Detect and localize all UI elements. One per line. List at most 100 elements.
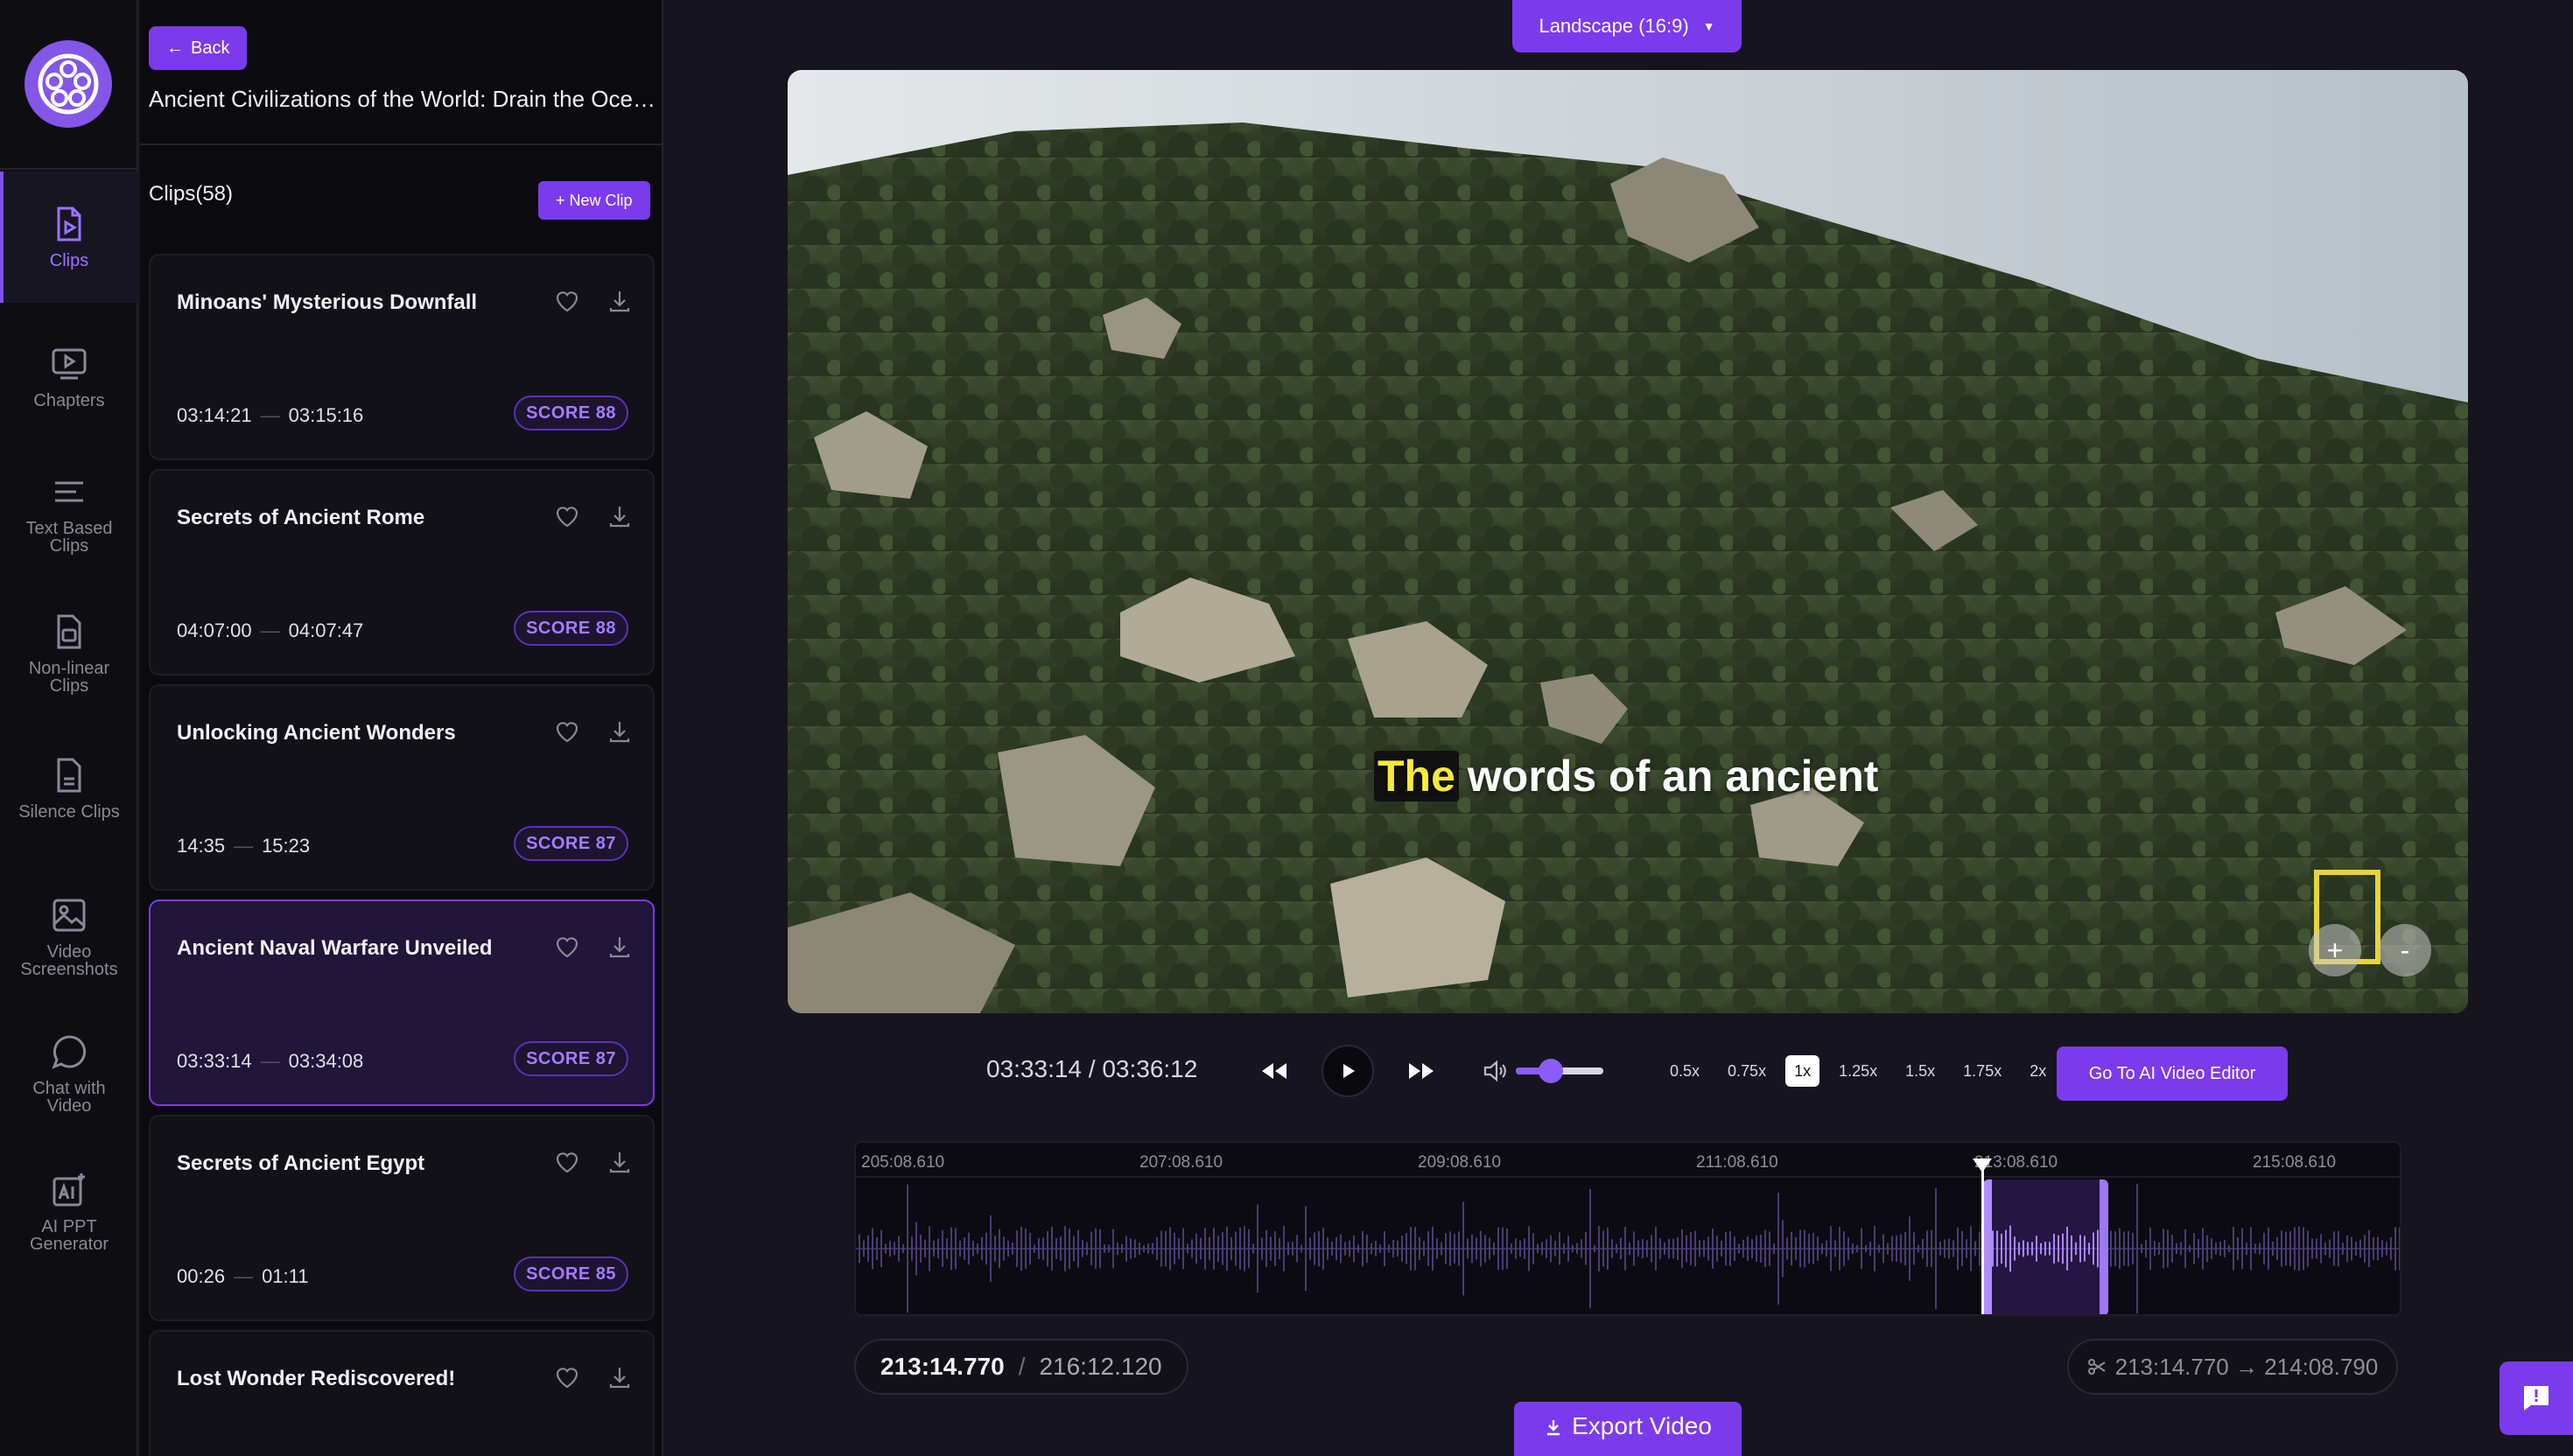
image-icon	[50, 896, 88, 934]
time-separator: —	[234, 1265, 254, 1287]
app-logo-icon[interactable]	[25, 40, 112, 128]
timeline[interactable]: 205:08.610 207:08.610 209:08.610 211:08.610…	[854, 1141, 2401, 1316]
back-button[interactable]: ← Back	[149, 26, 248, 70]
sidebar-item-chapters[interactable]: Chapters	[0, 312, 138, 443]
clip-time-range: 03:33:14 — 03:34:08	[177, 1050, 363, 1073]
fast-forward-icon	[1409, 1063, 1434, 1079]
clip-card[interactable]: Secrets of Ancient Egypt 00:26 — 01:11 S…	[149, 1115, 655, 1321]
score-badge: SCORE 85	[514, 1256, 628, 1292]
clip-end-time: 01:11	[262, 1265, 309, 1287]
clip-title: Unlocking Ancient Wonders	[177, 721, 456, 745]
timeline-tick-label: 211:08.610	[1696, 1153, 1778, 1172]
clip-card-selected[interactable]: Ancient Naval Warfare Unveiled 03:33:14 …	[149, 900, 655, 1106]
heart-icon[interactable]	[553, 718, 581, 746]
total-duration: 216:12.120	[1039, 1353, 1162, 1380]
ai-video-editor-button[interactable]: Go To AI Video Editor	[2057, 1046, 2288, 1101]
volume-slider[interactable]	[1516, 1059, 1603, 1083]
silence-icon	[50, 756, 88, 794]
score-badge: SCORE 87	[514, 1041, 628, 1076]
download-icon[interactable]	[606, 502, 634, 530]
sidebar-item-label: Chat with Video	[32, 1079, 106, 1116]
speed-option-0-75x[interactable]: 0.75x	[1719, 1055, 1775, 1087]
download-icon[interactable]	[606, 1363, 634, 1391]
selection-range: 213:14.770 → 214:08.790	[2114, 1353, 2379, 1380]
rewind-button[interactable]	[1248, 1045, 1301, 1097]
play-button[interactable]	[1322, 1045, 1374, 1097]
clip-start-time: 00:26	[177, 1265, 226, 1287]
feedback-button[interactable]	[2499, 1362, 2573, 1435]
zoom-in-button[interactable]: +	[2309, 924, 2361, 976]
clip-end-time: 03:34:08	[288, 1050, 364, 1072]
zoom-out-button[interactable]: -	[2379, 924, 2431, 976]
clip-card[interactable]: Lost Wonder Rediscovered!	[149, 1330, 655, 1456]
export-label: Export Video	[1572, 1412, 1712, 1439]
clip-card[interactable]: Unlocking Ancient Wonders 14:35 — 15:23 …	[149, 684, 655, 891]
audio-waveform	[856, 1180, 2400, 1314]
heart-icon[interactable]	[553, 1148, 581, 1176]
clips-count: Clips(58)	[149, 182, 234, 206]
sidebar-item-text-based-clips[interactable]: Text Based Clips	[0, 448, 138, 579]
export-video-button[interactable]: Export Video	[1514, 1402, 1742, 1456]
video-scene-image	[788, 70, 2468, 1013]
clip-card[interactable]: Minoans' Mysterious Downfall 03:14:21 — …	[149, 254, 655, 460]
clip-title: Secrets of Ancient Egypt	[177, 1152, 425, 1175]
speed-option-1-5x[interactable]: 1.5x	[1896, 1055, 1944, 1087]
clip-start-time: 03:33:14	[177, 1050, 252, 1072]
fast-forward-button[interactable]	[1395, 1045, 1448, 1097]
download-icon[interactable]	[606, 718, 634, 746]
clip-title: Ancient Naval Warfare Unveiled	[177, 936, 493, 960]
feedback-icon	[2524, 1386, 2548, 1410]
sidebar-item-label: Chapters	[33, 391, 105, 410]
volume-icon[interactable]	[1481, 1057, 1509, 1085]
speed-option-2x[interactable]: 2x	[2021, 1055, 2055, 1087]
clip-card[interactable]: Secrets of Ancient Rome 04:07:00 — 04:07…	[149, 469, 655, 676]
timeline-playhead[interactable]	[1973, 1158, 1993, 1314]
timeline-selection[interactable]	[1983, 1180, 2109, 1314]
clip-start-time: 04:07:00	[177, 620, 252, 641]
volume-knob[interactable]	[1539, 1059, 1563, 1083]
download-icon[interactable]	[606, 287, 634, 315]
caret-down-icon: ▼	[1702, 19, 1715, 33]
download-icon[interactable]	[606, 1148, 634, 1176]
timeline-ruler: 205:08.610 207:08.610 209:08.610 211:08.610…	[856, 1143, 2400, 1178]
download-icon[interactable]	[606, 933, 634, 961]
sidebar-item-chat-with-video[interactable]: Chat with Video	[0, 1008, 138, 1139]
download-icon	[1547, 1420, 1560, 1436]
video-frame[interactable]	[788, 70, 2468, 1013]
nonlinear-icon	[50, 612, 88, 651]
current-position: 213:14.770	[880, 1353, 1005, 1380]
caption-highlight-word: The	[1374, 751, 1459, 802]
sidebar-item-label: AI PPT Generator	[29, 1217, 109, 1254]
sidebar-item-silence-clips[interactable]: Silence Clips	[0, 723, 138, 854]
timeline-tick-label: 215:08.610	[2253, 1153, 2337, 1172]
speed-option-1x[interactable]: 1x	[1785, 1055, 1820, 1087]
speed-option-1-75x[interactable]: 1.75x	[1954, 1055, 2010, 1087]
chat-bubble-icon	[50, 1032, 88, 1071]
position-separator: /	[1018, 1353, 1026, 1380]
sidebar-item-label: Clips	[49, 251, 89, 270]
new-clip-button[interactable]: + New Clip	[538, 181, 650, 220]
sidebar-item-video-screenshots[interactable]: Video Screenshots	[0, 872, 138, 1003]
clip-end-time: 04:07:47	[288, 620, 364, 641]
aspect-ratio-dropdown[interactable]: Landscape (16:9) ▼	[1512, 0, 1742, 52]
clip-title: Secrets of Ancient Rome	[177, 506, 425, 529]
sidebar-item-non-linear-clips[interactable]: Non-linear Clips	[0, 588, 138, 719]
timeline-tick-label: 209:08.610	[1418, 1153, 1502, 1172]
arrow-left-icon: ←	[166, 38, 184, 58]
sidebar-item-label: Silence Clips	[18, 802, 120, 822]
play-icon	[1343, 1064, 1355, 1078]
time-separator: —	[234, 835, 254, 857]
heart-icon[interactable]	[553, 1363, 581, 1391]
speed-option-1-25x[interactable]: 1.25x	[1830, 1055, 1886, 1087]
score-badge: SCORE 88	[514, 611, 628, 646]
clip-end-time: 03:15:16	[288, 404, 364, 426]
rail-divider	[0, 168, 138, 170]
heart-icon[interactable]	[553, 502, 581, 530]
heart-icon[interactable]	[553, 933, 581, 961]
clip-start-time: 14:35	[177, 835, 226, 857]
video-caption: The words of an ancient	[1374, 740, 1878, 812]
sidebar-item-clips[interactable]: Clips	[0, 172, 138, 303]
sidebar-item-ai-ppt-generator[interactable]: AI PPT Generator	[0, 1146, 138, 1278]
heart-icon[interactable]	[553, 287, 581, 315]
speed-option-0-5x[interactable]: 0.5x	[1661, 1055, 1708, 1087]
